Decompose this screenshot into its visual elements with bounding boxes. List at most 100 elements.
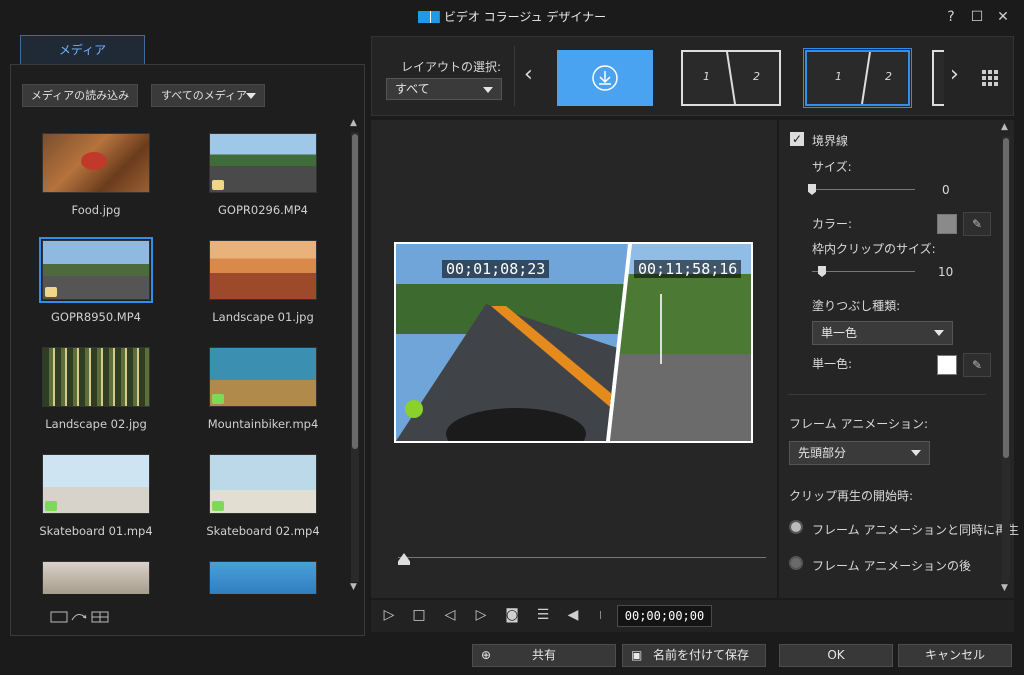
fill-type-value: 単一色 [821,326,858,340]
radio-play-with-animation[interactable] [789,520,803,534]
fill-color-swatch[interactable] [937,355,957,375]
radio-after-animation[interactable] [789,556,803,570]
inner-clip-size-label: 枠内クリップのサイズ: [812,242,936,256]
media-label-skateboard01: Skateboard 01.mp4 [39,524,153,538]
layout-option-3-partial[interactable] [932,50,944,106]
media-thumb-landscape02[interactable] [42,347,150,407]
download-icon [592,65,618,91]
fill-type-dropdown[interactable]: 単一色 [812,321,953,345]
single-color-label: 単一色: [812,357,853,371]
subtitle-icon[interactable]: ☰ [534,606,552,624]
radio-after-animation-label: フレーム アニメーションの後 [812,559,971,573]
inner-clip-size-slider[interactable] [812,271,915,272]
app-logo-icon [417,11,440,23]
ok-button[interactable]: OK [779,644,893,667]
properties-scrollbar[interactable] [1002,136,1010,583]
collage-add-icon[interactable] [50,610,112,624]
media-thumb-landscape01[interactable] [209,240,317,300]
border-checkbox[interactable]: ✓ [790,132,804,146]
media-scrollbar-thumb[interactable] [352,134,358,449]
cancel-button[interactable]: キャンセル [898,644,1012,667]
media-thumb-gopr8950[interactable] [39,237,153,303]
preview-scrubber[interactable] [398,557,766,558]
layout-filter-dropdown[interactable]: すべて [386,78,502,100]
layout-next-icon[interactable]: › [950,64,959,86]
layout-option-2-selected[interactable]: 1 2 [803,48,912,108]
grid-view-icon[interactable] [982,70,998,86]
share-button[interactable]: ⊕ 共有 [472,644,616,667]
player-timecode: 00;00;00;00 [617,605,712,627]
size-label: サイズ: [812,160,852,174]
play-icon[interactable]: ▷ [380,606,398,624]
fill-type-label: 塗りつぶし種類: [812,299,901,313]
scroll-down-icon[interactable]: ▼ [350,582,357,592]
size-value: 0 [942,183,950,197]
size-slider[interactable] [812,189,915,190]
frame-animation-value: 先頭部分 [798,446,847,460]
media-thumb-skateboard02[interactable] [209,454,317,514]
layout-slot-label: 2 [885,70,892,83]
media-label-landscape01: Landscape 01.jpg [212,310,314,324]
layout-option-1[interactable]: 1 2 [681,50,781,106]
media-filter-dropdown[interactable]: すべてのメディア [151,84,265,107]
media-thumb-skateboard01[interactable] [42,454,150,514]
help-button[interactable]: ? [942,8,960,26]
media-label-gopr0296: GOPR0296.MP4 [218,203,308,217]
layout-filter-value: すべて [395,82,430,96]
radio-play-with-animation-label: フレーム アニメーションと同時に再生 [812,523,1019,537]
border-label: 境界線 [812,134,849,148]
layout-slot-label: 2 [753,70,760,83]
close-button[interactable]: ✕ [994,8,1012,26]
save-as-button[interactable]: ▣ 名前を付けて保存 [622,644,766,667]
volume-icon[interactable]: ◀ [564,606,582,624]
media-thumb-food[interactable] [42,133,150,193]
media-thumb-gopr0296[interactable] [209,133,317,193]
scroll-up-icon[interactable]: ▲ [350,118,357,128]
media-thumb-mountainbiker[interactable] [209,347,317,407]
media-label-food: Food.jpg [71,203,121,217]
media-thumb-partial-2[interactable] [209,561,317,594]
chevron-down-icon [246,93,256,99]
eyedropper-icon[interactable]: ✎ [963,353,991,377]
video-badge-icon [45,501,57,511]
collage-preview[interactable]: 00;01;08;23 00;11;58;16 [394,242,753,443]
layout-slot-label: 1 [835,70,842,83]
layout-slot-label: 1 [703,70,710,83]
media-thumb-partial-1[interactable] [42,561,150,594]
scroll-up-icon[interactable]: ▲ [1001,122,1008,132]
import-media-button[interactable]: メディアの読み込み [22,84,138,107]
divider [600,611,601,619]
timecode-right: 00;11;58;16 [634,260,742,278]
maximize-button[interactable]: ☐ [968,8,986,26]
inner-clip-size-value: 10 [938,265,954,279]
video-badge-icon [212,501,224,511]
frame-animation-dropdown[interactable]: 先頭部分 [789,441,930,465]
layout-download-tile[interactable] [557,50,653,106]
save-icon: ▣ [631,648,643,662]
eyedropper-icon[interactable]: ✎ [963,212,991,236]
snapshot-icon[interactable]: ◙ [503,606,521,624]
layout-prev-icon[interactable]: ‹ [524,64,533,86]
tab-media[interactable]: メディア [20,35,145,65]
timecode-left: 00;01;08;23 [442,260,550,278]
media-label-landscape02: Landscape 02.jpg [45,417,147,431]
stop-icon[interactable]: □ [410,606,428,624]
properties-scrollbar-thumb[interactable] [1003,138,1009,458]
layout-select-label: レイアウトの選択: [401,60,502,74]
media-scrollbar[interactable] [351,132,359,582]
prev-frame-icon[interactable]: ◁ [441,606,459,624]
chevron-down-icon [483,87,493,93]
border-color-swatch[interactable] [937,214,957,234]
color-label: カラー: [812,217,853,231]
chevron-down-icon [911,450,921,456]
video-badge-icon [45,287,57,297]
media-label-mountainbiker: Mountainbiker.mp4 [207,417,319,431]
chevron-down-icon [934,330,944,336]
food-thumbnail-dish-icon [81,152,107,170]
media-label-skateboard02: Skateboard 02.mp4 [206,524,320,538]
next-frame-icon[interactable]: ▷ [472,606,490,624]
globe-icon: ⊕ [481,648,492,662]
media-label-gopr8950: GOPR8950.MP4 [51,310,141,324]
scroll-down-icon[interactable]: ▼ [1001,583,1008,593]
frame-animation-label: フレーム アニメーション: [789,417,929,431]
